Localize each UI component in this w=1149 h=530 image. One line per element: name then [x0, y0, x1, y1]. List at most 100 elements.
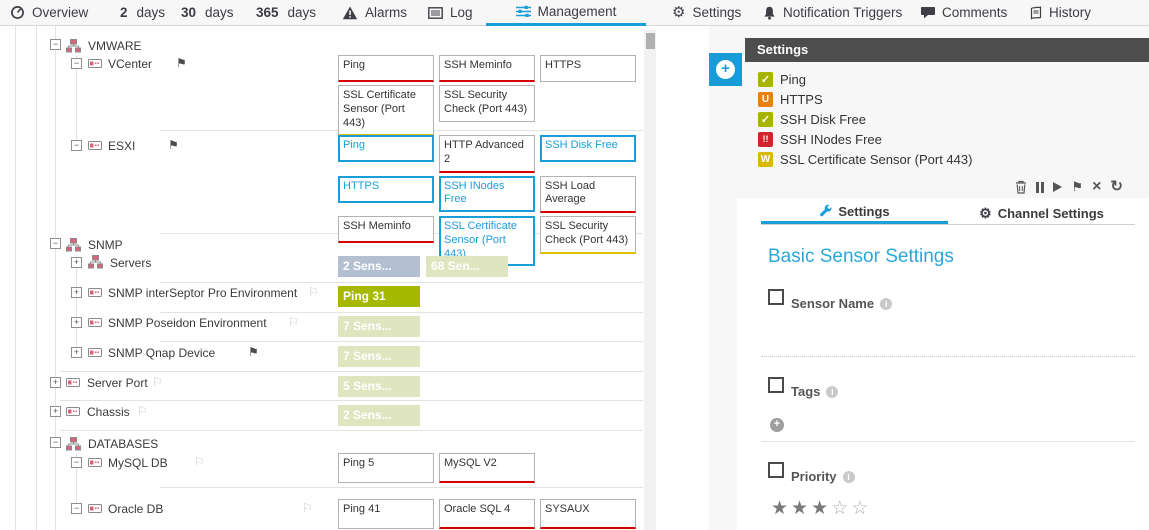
device-label[interactable]: VCenter: [108, 57, 152, 71]
flag-icon[interactable]: [308, 286, 319, 298]
flag-icon[interactable]: ⚑: [1071, 179, 1083, 195]
collapse-toggle[interactable]: −: [71, 503, 82, 514]
device-label[interactable]: ESXI: [108, 139, 135, 153]
collapse-toggle[interactable]: +: [50, 377, 61, 388]
priority-star[interactable]: ★: [811, 498, 831, 519]
pause-icon[interactable]: [1036, 182, 1044, 193]
selected-sensor-item[interactable]: U HTTPS: [758, 89, 823, 109]
nav-tab-settings[interactable]: ⚙ Settings: [672, 0, 741, 25]
collapse-toggle[interactable]: −: [50, 238, 61, 249]
flag-icon[interactable]: [288, 316, 299, 328]
tree-scrollbar-track[interactable]: [644, 30, 656, 530]
tree-scrollbar-thumb[interactable]: [646, 33, 655, 49]
device-icon: [88, 59, 102, 68]
priority-star[interactable]: ☆: [851, 498, 871, 519]
tree-row-device-esxi: − ESXI Ping HTTP Advanced 2 SSH Disk Fre…: [0, 131, 705, 233]
collapse-toggle[interactable]: −: [71, 140, 82, 151]
group-label[interactable]: VMWARE: [88, 39, 142, 53]
device-icon: [88, 288, 102, 297]
sensor-box[interactable]: Ping: [338, 135, 434, 162]
play-icon[interactable]: [1053, 182, 1062, 192]
priority-star[interactable]: ★: [771, 498, 791, 519]
nav-tab-history[interactable]: History: [1030, 0, 1091, 25]
nav-tab-2-days[interactable]: 2 days: [120, 0, 165, 25]
nav-tab-comments[interactable]: Comments: [921, 0, 1007, 25]
sensor-summary-chip[interactable]: 68 Sen...: [426, 256, 508, 277]
collapse-toggle[interactable]: −: [71, 457, 82, 468]
sensor-summary-chip[interactable]: 2 Sens...: [338, 256, 420, 277]
sensor-summary-chip[interactable]: 5 Sens...: [338, 376, 420, 397]
flag-icon[interactable]: [248, 346, 259, 358]
nav-tab-management[interactable]: Management: [486, 0, 646, 26]
selected-sensor-item[interactable]: ✓ Ping: [758, 69, 806, 89]
nav-tab-log[interactable]: Log: [428, 0, 473, 25]
priority-star[interactable]: ☆: [831, 498, 851, 519]
sensor-summary-chip[interactable]: Ping 31: [338, 286, 420, 307]
sensor-box[interactable]: MySQL V2: [439, 453, 535, 483]
sensor-box[interactable]: HTTPS: [338, 176, 434, 203]
collapse-toggle[interactable]: +: [71, 317, 82, 328]
flag-icon[interactable]: [152, 376, 163, 388]
nav-tab-notification-triggers[interactable]: Notification Triggers: [763, 0, 902, 25]
tags-checkbox[interactable]: [768, 377, 784, 393]
sensor-box[interactable]: SSH Meminfo: [439, 55, 535, 82]
collapse-toggle[interactable]: −: [50, 39, 61, 50]
info-icon[interactable]: i: [880, 298, 892, 310]
nav-tab-30-days[interactable]: 30 days: [181, 0, 234, 25]
collapse-toggle[interactable]: +: [71, 347, 82, 358]
flag-icon[interactable]: [137, 405, 148, 417]
nav-tab-overview[interactable]: Overview: [10, 0, 88, 25]
collapse-toggle[interactable]: −: [71, 58, 82, 69]
sensor-box[interactable]: SSL Security Check (Port 443): [439, 85, 535, 122]
flag-icon[interactable]: [168, 139, 179, 151]
sensor-box[interactable]: Oracle SQL 4: [439, 499, 535, 529]
sensor-box[interactable]: SSL Certificate Sensor (Port 443): [338, 85, 434, 136]
selected-sensor-item[interactable]: W SSL Certificate Sensor (Port 443): [758, 149, 972, 169]
nav-tab-365-days[interactable]: 365 days: [256, 0, 316, 25]
close-icon[interactable]: ×: [1092, 180, 1101, 194]
device-label[interactable]: Oracle DB: [108, 502, 163, 516]
sensor-summary-chip[interactable]: 7 Sens...: [338, 316, 420, 337]
flag-icon[interactable]: [194, 456, 205, 468]
collapse-toggle[interactable]: +: [50, 406, 61, 417]
info-icon[interactable]: i: [843, 471, 855, 483]
device-label[interactable]: Chassis: [87, 405, 130, 419]
add-sensor-button[interactable]: +: [709, 53, 742, 86]
sensor-box[interactable]: SSH Load Average: [540, 176, 636, 214]
collapse-toggle[interactable]: +: [71, 287, 82, 298]
device-label[interactable]: MySQL DB: [108, 456, 168, 470]
flag-icon[interactable]: [176, 57, 187, 69]
sensor-box[interactable]: SSH Disk Free: [540, 135, 636, 162]
sensor-summary-chip[interactable]: 7 Sens...: [338, 346, 420, 367]
flag-icon[interactable]: [302, 502, 313, 514]
sensor-name-checkbox[interactable]: [768, 289, 784, 305]
device-label[interactable]: SNMP Poseidon Environment: [108, 316, 267, 330]
priority-checkbox[interactable]: [768, 462, 784, 478]
sensor-box[interactable]: HTTPS: [540, 55, 636, 82]
sensor-box[interactable]: Ping 5: [338, 453, 434, 483]
collapse-toggle[interactable]: +: [71, 257, 82, 268]
sensor-box[interactable]: SYSAUX: [540, 499, 636, 529]
device-label[interactable]: SNMP interSeptor Pro Environment: [108, 286, 297, 300]
info-icon[interactable]: i: [826, 386, 838, 398]
group-label[interactable]: DATABASES: [88, 437, 158, 451]
tab-settings[interactable]: Settings: [761, 202, 948, 224]
sensor-box[interactable]: SSH INodes Free: [439, 176, 535, 213]
nav-tab-alarms[interactable]: Alarms: [342, 0, 407, 25]
group-label[interactable]: Servers: [110, 256, 151, 270]
collapse-toggle[interactable]: −: [50, 437, 61, 448]
sensor-box[interactable]: HTTP Advanced 2: [439, 135, 535, 173]
device-label[interactable]: SNMP Qnap Device: [108, 346, 215, 360]
group-label[interactable]: SNMP: [88, 238, 123, 252]
device-label[interactable]: Server Port: [87, 376, 148, 390]
refresh-icon[interactable]: ↻: [1110, 180, 1123, 194]
add-tag-button[interactable]: +: [770, 418, 784, 432]
delete-icon[interactable]: [1015, 180, 1027, 194]
priority-star[interactable]: ★: [791, 498, 811, 519]
selected-sensor-item[interactable]: ✓ SSH Disk Free: [758, 109, 866, 129]
sensor-summary-chip[interactable]: 2 Sens...: [338, 405, 420, 426]
selected-sensor-item[interactable]: !! SSH INodes Free: [758, 129, 882, 149]
sensor-box[interactable]: Ping 41: [338, 499, 434, 529]
tab-channel-settings[interactable]: ⚙ Channel Settings: [948, 202, 1135, 224]
sensor-box[interactable]: Ping: [338, 55, 434, 82]
